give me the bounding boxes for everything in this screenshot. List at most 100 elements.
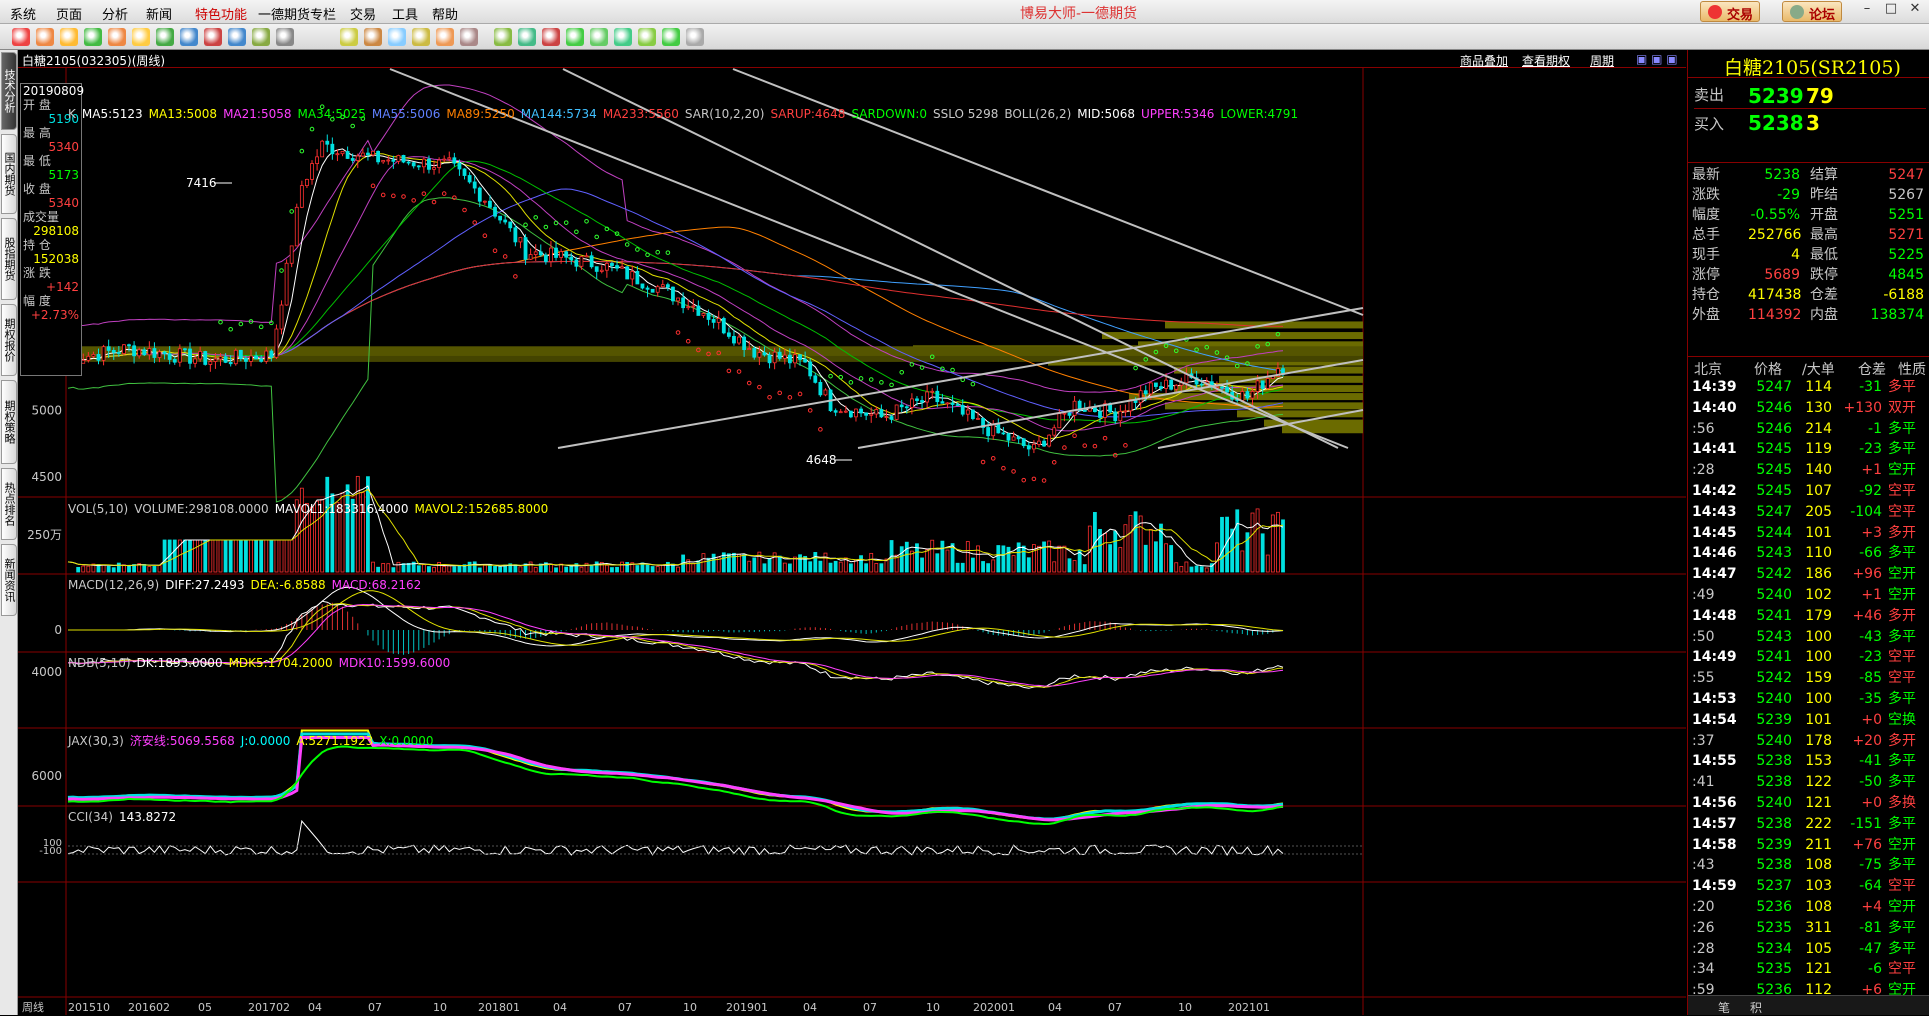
toolbar-button-18-icon[interactable]	[494, 28, 512, 46]
candle-body	[843, 410, 848, 413]
toolbar-button-23-icon[interactable]	[614, 28, 632, 46]
candle-body	[1082, 410, 1087, 412]
volume-bar	[172, 539, 177, 573]
toolbar-button-8-icon[interactable]	[204, 28, 222, 46]
side-tab-1[interactable]: 国内期货	[1, 134, 17, 214]
volume-bar	[1057, 545, 1062, 573]
sell-price: 5239	[1748, 84, 1804, 108]
data-window-value-2: 5173	[48, 168, 79, 182]
tick-oi: +3	[1861, 524, 1882, 541]
toolbar-button-4-icon[interactable]	[108, 28, 126, 46]
stat-value: 5267	[1888, 187, 1924, 203]
menu-1[interactable]: 页面	[56, 4, 82, 23]
tick-qty: 186	[1805, 566, 1832, 583]
toolbar-button-19-icon[interactable]	[518, 28, 536, 46]
volume-bar	[874, 563, 879, 573]
toolbar-button-20-icon[interactable]	[542, 28, 560, 46]
candle-body	[533, 251, 538, 255]
x-tick-label: 04	[803, 1001, 817, 1014]
toolbar-button-22-icon[interactable]	[590, 28, 608, 46]
toolbar-button-21-icon[interactable]	[566, 28, 584, 46]
toolbar-button-1-icon[interactable]	[36, 28, 54, 46]
sar-dot	[787, 395, 793, 400]
toolbar-button-14-icon[interactable]	[388, 28, 406, 46]
x-tick-label: 201801	[478, 1001, 520, 1014]
tick-row: 14:57 5238 222 -151 多平	[1688, 813, 1929, 835]
candle-body	[1026, 445, 1031, 450]
chart-area[interactable]: 白糖2105(032305)(周线) 商品叠加 查看期权 周期 ▣ ▣ ▣ 60…	[18, 50, 1686, 1015]
toolbar-button-0-icon[interactable]	[12, 28, 30, 46]
menu-0[interactable]: 系统	[10, 4, 36, 23]
candle-body	[787, 354, 792, 364]
sar-dot	[970, 381, 976, 387]
toolbar-button-6-icon[interactable]	[156, 28, 174, 46]
sar-dot	[645, 252, 650, 258]
side-tab-6[interactable]: 新闻资讯	[1, 544, 17, 616]
x-tick-label: 周线	[22, 1000, 44, 1014]
menu-2[interactable]: 分析	[102, 4, 128, 23]
maximize-button[interactable]: □	[1879, 1, 1903, 19]
tick-qty: 205	[1805, 503, 1832, 520]
side-tab-4[interactable]: 期权策略	[1, 380, 17, 464]
side-tab-2[interactable]: 股指期货	[1, 218, 17, 300]
menu-3[interactable]: 新闻	[146, 4, 172, 23]
tick-time: 14:40	[1692, 399, 1737, 416]
menu-4[interactable]: 特色功能	[195, 4, 247, 23]
tick-row: :41 5238 122 -50 多平	[1688, 771, 1929, 793]
close-button[interactable]: ✕	[1903, 1, 1927, 19]
menu-8[interactable]: 帮助	[432, 4, 458, 23]
toolbar-button-13-icon[interactable]	[364, 28, 382, 46]
toolbar-button-11-icon[interactable]	[276, 28, 294, 46]
tab-trades[interactable]: 笔	[1718, 999, 1730, 1016]
toolbar-button-5-icon[interactable]	[132, 28, 150, 46]
candle-body	[1255, 380, 1260, 392]
toolbar-button-7-icon[interactable]	[180, 28, 198, 46]
tick-price: 5234	[1756, 940, 1792, 957]
side-tab-3[interactable]: 期权报价	[1, 304, 17, 376]
trade-button[interactable]: 交易	[1700, 1, 1761, 23]
side-tab-5[interactable]: 热点排名	[1, 468, 17, 540]
toolbar-button-16-icon[interactable]	[436, 28, 454, 46]
toolbar-button-15-icon[interactable]	[412, 28, 430, 46]
candle-body	[909, 398, 914, 408]
toolbar-button-10-icon[interactable]	[252, 28, 270, 46]
candle-body	[1016, 436, 1021, 440]
sar-dot	[472, 220, 477, 225]
toolbar-button-25-icon[interactable]	[662, 28, 680, 46]
tick-time: 14:54	[1692, 711, 1737, 728]
stat-label: 外盘	[1692, 307, 1720, 323]
macd-axis-label: 0	[54, 623, 62, 637]
tick-oi: -75	[1859, 857, 1882, 874]
toolbar-button-3-icon[interactable]	[84, 28, 102, 46]
tick-nature: 空开	[1888, 587, 1916, 603]
tick-row: :55 5242 159 -85 空平	[1688, 667, 1929, 689]
toolbar-button-9-icon[interactable]	[228, 28, 246, 46]
side-tab-0[interactable]: 技术分析	[1, 52, 17, 130]
volume-bar	[188, 539, 192, 573]
volume-bar	[940, 540, 945, 573]
sar-dot	[675, 330, 681, 335]
toolbar-button-17-icon[interactable]	[460, 28, 478, 46]
menu-7[interactable]: 工具	[392, 4, 418, 23]
toolbar-button-24-icon[interactable]	[638, 28, 656, 46]
toolbar-button-26-icon[interactable]	[686, 28, 704, 46]
toolbar-button-2-icon[interactable]	[60, 28, 78, 46]
tick-oi: -23	[1859, 441, 1882, 458]
menu-6[interactable]: 交易	[350, 4, 376, 23]
stat-label: 内盘	[1810, 307, 1838, 323]
stat-value: -6188	[1883, 287, 1924, 303]
volume-bar	[955, 562, 960, 573]
contract-title: 白糖2105(SR2105)	[1688, 50, 1929, 79]
tab-accumulate[interactable]: 积	[1750, 999, 1762, 1016]
forum-button[interactable]: 论坛	[1782, 1, 1843, 23]
x-tick-label: 07	[618, 1001, 632, 1014]
volume-bar	[818, 560, 823, 573]
sar-dot	[848, 380, 854, 385]
trend-line	[732, 68, 1364, 316]
minimize-button[interactable]: –	[1855, 1, 1879, 19]
menu-5[interactable]: 一德期货专栏	[258, 4, 336, 23]
toolbar-button-12-icon[interactable]	[340, 28, 358, 46]
tick-row: :43 5238 108 -75 多平	[1688, 854, 1929, 876]
candle-body	[411, 162, 416, 167]
ma89-line	[67, 226, 1284, 408]
